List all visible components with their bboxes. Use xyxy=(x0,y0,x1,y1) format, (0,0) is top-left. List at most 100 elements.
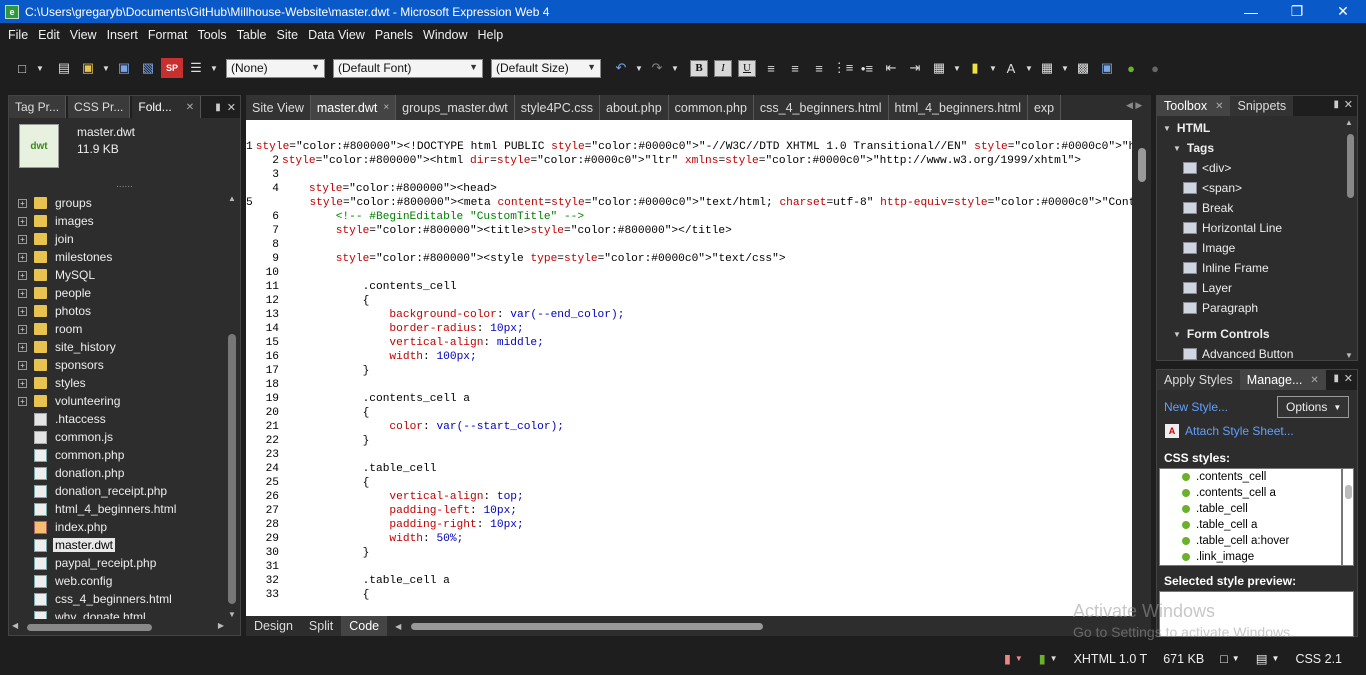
dropdown-icon[interactable]: ▼ xyxy=(634,58,644,78)
code-line[interactable]: 19 .contents_cell a xyxy=(246,392,1132,406)
new-style-link[interactable]: New Style... xyxy=(1164,400,1228,414)
code-line[interactable]: 5 style="color:#800000"><meta content=st… xyxy=(246,196,1132,210)
page-check-icon[interactable]: ▮ ▼ xyxy=(1031,651,1066,666)
folder-item[interactable]: + MySQL xyxy=(9,266,228,284)
expand-icon[interactable]: + xyxy=(18,342,27,352)
editor-horizontal-scrollbar[interactable] xyxy=(411,623,763,630)
code-line[interactable]: 30 } xyxy=(246,546,1132,560)
menu-item-panels[interactable]: Panels xyxy=(370,23,418,47)
code-line[interactable]: 21 color: var(--start_color); xyxy=(246,420,1132,434)
toolbox-group[interactable]: ▼ Form Controls xyxy=(1157,324,1357,344)
pin-icon[interactable]: ▮ xyxy=(215,102,221,113)
folder-item[interactable]: + join xyxy=(9,230,228,248)
code-line[interactable]: 7 style="color:#800000"><title>style="co… xyxy=(246,224,1132,238)
doc-tab-common-php[interactable]: common.php xyxy=(668,95,754,120)
close-icon[interactable]: ✕ xyxy=(1344,98,1353,111)
collapse-icon[interactable]: ▼ xyxy=(1173,330,1181,339)
borders-icon[interactable]: ▦ xyxy=(928,58,950,78)
attach-style-sheet-link[interactable]: Attach Style Sheet... xyxy=(1185,424,1294,438)
code-line[interactable]: 28 padding-right: 10px; xyxy=(246,518,1132,532)
file-item[interactable]: html_4_beginners.html xyxy=(9,500,228,518)
close-icon[interactable]: ✕ xyxy=(1344,372,1353,385)
file-item[interactable]: index.php xyxy=(9,518,228,536)
toolbox-item[interactable]: <div> xyxy=(1157,158,1357,178)
code-line[interactable]: 6 <!-- #BeginEditable "CustomTitle" --> xyxy=(246,210,1132,224)
code-line[interactable]: 18 xyxy=(246,378,1132,392)
tab-toolbox[interactable]: Toolbox ✕ xyxy=(1157,96,1231,116)
collapse-icon[interactable]: ▼ xyxy=(1163,124,1171,133)
code-line[interactable]: 16 width: 100px; xyxy=(246,350,1132,364)
insert-table-icon[interactable]: ▦ xyxy=(1036,58,1058,78)
doc-tab-css-4-beginners-html[interactable]: css_4_beginners.html xyxy=(753,95,889,120)
folder-item[interactable]: + sponsors xyxy=(9,356,228,374)
numbered-list-icon[interactable]: ⋮≡ xyxy=(832,58,854,78)
scroll-left-icon[interactable]: ◀ xyxy=(395,622,401,631)
code-line[interactable]: 32 .table_cell a xyxy=(246,574,1132,588)
code-line[interactable]: 8 xyxy=(246,238,1132,252)
expand-icon[interactable]: + xyxy=(18,396,27,406)
align-center-icon[interactable]: ≡ xyxy=(784,58,806,78)
menu-item-help[interactable]: Help xyxy=(473,23,509,47)
menu-item-edit[interactable]: Edit xyxy=(33,23,65,47)
expand-icon[interactable]: + xyxy=(18,360,27,370)
open-folder-icon[interactable]: ▣ xyxy=(77,58,99,78)
code-line[interactable]: 24 .table_cell xyxy=(246,462,1132,476)
preview-icon[interactable]: ☰ xyxy=(185,58,207,78)
code-line[interactable]: 4 style="color:#800000"><head> xyxy=(246,182,1132,196)
close-icon[interactable]: ✕ xyxy=(186,102,194,113)
dropdown-icon[interactable]: ▼ xyxy=(670,58,680,78)
underline-button[interactable]: U xyxy=(738,59,756,77)
folder-item[interactable]: + people xyxy=(9,284,228,302)
expand-icon[interactable]: + xyxy=(18,216,27,226)
save-icon[interactable]: ▣ xyxy=(113,58,135,78)
tab-design[interactable]: Design xyxy=(246,616,301,636)
decrease-indent-icon[interactable]: ⇤ xyxy=(880,58,902,78)
sharepoint-icon[interactable]: SP xyxy=(161,58,183,78)
doc-tab-about-php[interactable]: about.php xyxy=(600,95,669,120)
code-line[interactable]: 22 } xyxy=(246,434,1132,448)
toolbox-item[interactable]: Advanced Button xyxy=(1157,344,1357,364)
folder-item[interactable]: + photos xyxy=(9,302,228,320)
code-line[interactable]: 1 style="color:#800000"><!DOCTYPE html PU… xyxy=(246,140,1132,154)
expand-icon[interactable]: + xyxy=(18,198,27,208)
close-icon[interactable]: × xyxy=(383,102,389,113)
tab-manage-styles[interactable]: Manage... ✕ xyxy=(1239,370,1326,390)
close-icon[interactable]: ✕ xyxy=(227,101,236,114)
folder-item[interactable]: + images xyxy=(9,212,228,230)
doc-tab-groups-master-dwt[interactable]: groups_master.dwt xyxy=(396,95,515,120)
tree-horizontal-scrollbar[interactable]: ◀ ▶ xyxy=(9,619,240,635)
expand-icon[interactable]: + xyxy=(18,306,27,316)
code-line[interactable]: 25 { xyxy=(246,476,1132,490)
dropdown-icon[interactable]: ▼ xyxy=(952,58,962,78)
pin-icon[interactable]: ▮ xyxy=(1333,373,1339,384)
code-line[interactable]: 3 xyxy=(246,168,1132,182)
align-right-icon[interactable]: ≡ xyxy=(808,58,830,78)
toolbox-group[interactable]: ▼ HTML xyxy=(1157,118,1357,138)
insert-image-icon[interactable]: ▣ xyxy=(1096,58,1118,78)
css-style-item[interactable]: .link_image xyxy=(1160,549,1341,565)
close-icon[interactable]: ✕ xyxy=(1320,0,1366,23)
dropdown-icon[interactable]: ▼ xyxy=(209,58,219,78)
bold-button[interactable]: B xyxy=(690,59,708,77)
font-size-select[interactable]: (Default Size) ▼ xyxy=(491,58,601,78)
record-icon[interactable]: ● xyxy=(1144,58,1166,78)
toolbox-item[interactable]: Paragraph xyxy=(1157,298,1357,318)
menu-item-insert[interactable]: Insert xyxy=(102,23,143,47)
options-button[interactable]: Options ▼ xyxy=(1277,396,1349,418)
file-item[interactable]: paypal_receipt.php xyxy=(9,554,228,572)
dropdown-icon[interactable]: ▼ xyxy=(988,58,998,78)
expand-icon[interactable]: + xyxy=(18,288,27,298)
folder-item[interactable]: + volunteering xyxy=(9,392,228,410)
css-style-item[interactable]: .table_cell a xyxy=(1160,517,1341,533)
menu-item-table[interactable]: Table xyxy=(232,23,272,47)
save-all-icon[interactable]: ▧ xyxy=(137,58,159,78)
tree-vertical-scrollbar[interactable]: ▲ ▼ xyxy=(226,194,238,619)
page-icon[interactable]: ▤ xyxy=(53,58,75,78)
tab-apply-styles[interactable]: Apply Styles xyxy=(1157,370,1240,390)
increase-indent-icon[interactable]: ⇥ xyxy=(904,58,926,78)
code-line[interactable]: 15 vertical-align: middle; xyxy=(246,336,1132,350)
file-item[interactable]: donation.php xyxy=(9,464,228,482)
toolbox-group[interactable]: ▼ Tags xyxy=(1157,138,1357,158)
toolbox-item[interactable]: <span> xyxy=(1157,178,1357,198)
file-item[interactable]: why_donate.html xyxy=(9,608,228,619)
